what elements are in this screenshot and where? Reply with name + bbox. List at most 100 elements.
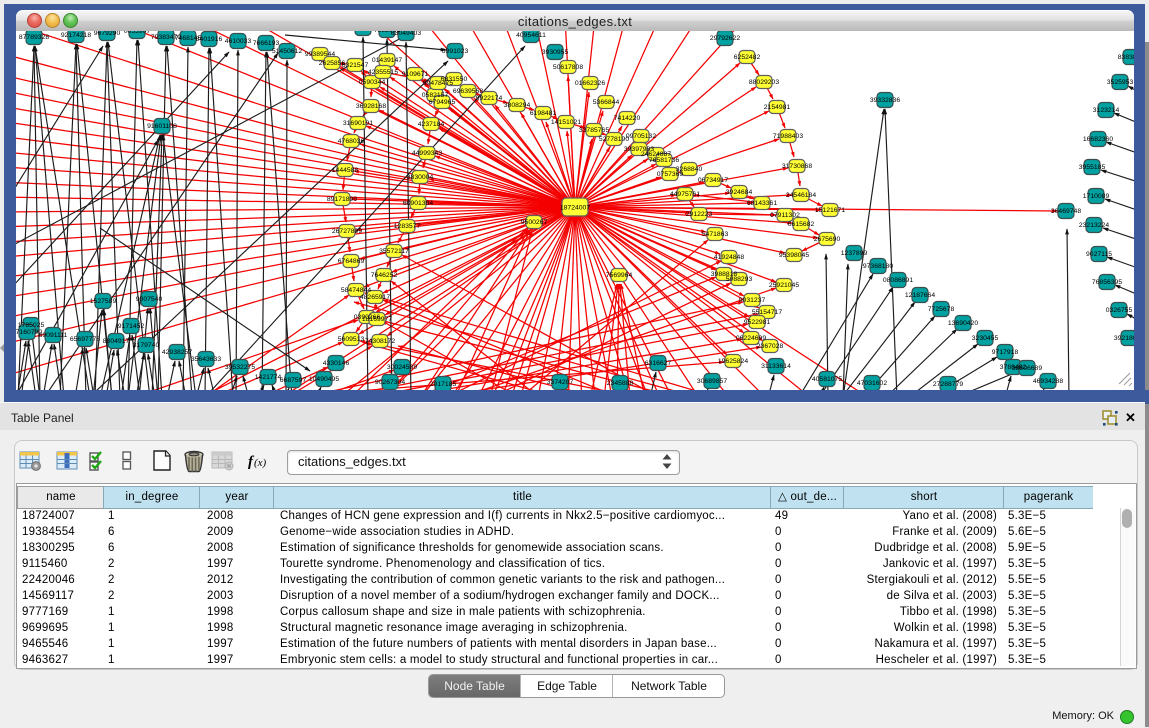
svg-text:31690191: 31690191 — [343, 120, 373, 127]
svg-text:58474844: 58474844 — [341, 287, 371, 294]
svg-text:99389544: 99389544 — [305, 51, 335, 58]
svg-text:29792622: 29792622 — [710, 35, 740, 42]
svg-text:6687597: 6687597 — [280, 377, 307, 384]
svg-text:3230455: 3230455 — [972, 335, 999, 342]
svg-text:91601108: 91601108 — [147, 123, 177, 130]
svg-text:0326755: 0326755 — [1106, 307, 1133, 314]
svg-text:35643633: 35643633 — [191, 356, 221, 363]
svg-text:33785765: 33785765 — [579, 127, 609, 134]
svg-text:9717918: 9717918 — [992, 349, 1019, 356]
svg-text:16682360: 16682360 — [1083, 136, 1113, 143]
svg-text:8401916: 8401916 — [196, 36, 223, 43]
svg-text:01662326: 01662326 — [575, 80, 605, 87]
svg-text:74308172: 74308172 — [365, 338, 395, 345]
svg-text:07911302: 07911302 — [770, 212, 800, 219]
svg-text:2912223: 2912223 — [686, 211, 713, 218]
svg-text:3930955: 3930955 — [542, 49, 569, 56]
svg-text:3123214: 3123214 — [1093, 107, 1120, 114]
svg-text:9500267: 9500267 — [521, 219, 548, 226]
svg-text:6764869: 6764869 — [338, 258, 365, 265]
svg-text:69639568: 69639568 — [453, 88, 483, 95]
svg-text:12187664: 12187664 — [905, 292, 935, 299]
svg-text:4330146: 4330146 — [323, 360, 350, 367]
svg-text:6615682: 6615682 — [788, 221, 815, 228]
svg-text:46934288: 46934288 — [1033, 378, 1063, 385]
svg-text:1237899: 1237899 — [841, 250, 868, 257]
svg-text:8804917: 8804917 — [103, 338, 130, 345]
svg-text:35572117: 35572117 — [379, 248, 409, 255]
svg-text:40581075: 40581075 — [812, 376, 842, 383]
svg-text:9679290: 9679290 — [94, 31, 121, 37]
svg-text:39532275: 39532275 — [225, 364, 255, 371]
svg-text:44975761: 44975761 — [670, 191, 700, 198]
svg-text:6991023: 6991023 — [442, 48, 469, 55]
svg-text:23213224: 23213224 — [1079, 222, 1109, 229]
svg-text:2345888: 2345888 — [607, 380, 634, 387]
svg-text:30689857: 30689857 — [697, 378, 727, 385]
svg-text:5366844: 5366844 — [593, 99, 620, 106]
svg-text:9171452: 9171452 — [118, 323, 145, 330]
svg-text:1527589: 1527589 — [90, 298, 117, 305]
svg-text:42938257: 42938257 — [162, 349, 192, 356]
svg-text:3374207: 3374207 — [547, 379, 574, 386]
svg-text:30024589: 30024589 — [387, 364, 417, 371]
svg-text:6321547: 6321547 — [342, 62, 369, 69]
svg-text:08086891: 08086891 — [883, 277, 913, 284]
svg-text:1007728: 1007728 — [350, 31, 377, 32]
svg-text:6316627: 6316627 — [645, 360, 672, 367]
svg-text:41924848: 41924848 — [714, 254, 744, 261]
svg-text:9007540: 9007540 — [136, 296, 163, 303]
svg-text:47031602: 47031602 — [857, 380, 887, 387]
svg-text:52778190: 52778190 — [599, 136, 629, 143]
svg-text:0590344: 0590344 — [359, 79, 386, 86]
svg-text:9031237: 9031237 — [739, 297, 766, 304]
svg-text:7414220: 7414220 — [614, 115, 641, 122]
svg-text:0033907: 0033907 — [124, 31, 151, 35]
svg-text:1710089: 1710089 — [1083, 193, 1110, 200]
svg-text:8383838: 8383838 — [1118, 54, 1134, 61]
svg-text:69091111: 69091111 — [39, 332, 68, 339]
svg-text:14151021: 14151021 — [551, 119, 581, 126]
svg-text:9522981: 9522981 — [744, 319, 771, 326]
svg-text:9922174: 9922174 — [476, 95, 503, 102]
svg-text:55154717: 55154717 — [752, 309, 782, 316]
svg-text:06734917: 06734917 — [698, 177, 728, 184]
svg-text:38606689: 38606689 — [1012, 365, 1042, 372]
svg-text:1421774: 1421774 — [255, 374, 282, 381]
svg-text:88029203: 88029203 — [749, 79, 779, 86]
svg-text:3525953: 3525953 — [1107, 79, 1134, 86]
svg-text:27288779: 27288779 — [933, 381, 963, 388]
svg-text:19625824: 19625824 — [718, 358, 748, 365]
svg-text:7646252: 7646252 — [371, 272, 398, 279]
svg-text:7569964: 7569964 — [606, 272, 633, 279]
svg-text:87789328: 87789328 — [19, 34, 49, 41]
svg-text:44999343: 44999343 — [412, 150, 442, 157]
svg-text:36469748: 36469748 — [1051, 208, 1081, 215]
svg-text:4768036: 4768036 — [338, 138, 365, 145]
svg-text:10490495: 10490495 — [309, 376, 339, 383]
svg-text:51450612: 51450612 — [272, 48, 302, 55]
svg-text:6198481: 6198481 — [530, 110, 557, 117]
svg-text:6831550: 6831550 — [441, 76, 468, 83]
svg-text:25921045: 25921045 — [769, 282, 799, 289]
svg-text:2017185: 2017185 — [430, 381, 457, 388]
svg-text:9027115: 9027115 — [1086, 251, 1112, 258]
svg-text:18169977: 18169977 — [362, 316, 392, 323]
svg-text:7725678: 7725678 — [928, 306, 955, 313]
svg-text:3924684: 3924684 — [726, 189, 753, 196]
svg-text:3808294: 3808294 — [504, 102, 531, 109]
svg-text:3988818: 3988818 — [711, 271, 738, 278]
svg-text:5609513: 5609513 — [338, 336, 365, 343]
svg-text:50617808: 50617808 — [553, 64, 583, 71]
svg-text:(x): (x) — [254, 457, 267, 469]
svg-text:09705132: 09705132 — [626, 133, 656, 140]
svg-text:18724007: 18724007 — [560, 205, 590, 212]
svg-text:26727899: 26727899 — [332, 228, 362, 235]
svg-text:42355515: 42355515 — [368, 69, 398, 76]
svg-text:92174218: 92174218 — [61, 32, 91, 39]
svg-text:3955185: 3955185 — [1079, 164, 1106, 171]
svg-text:31133614: 31133614 — [761, 363, 791, 370]
svg-text:4237184: 4237184 — [418, 121, 445, 128]
svg-text:6252482: 6252482 — [734, 54, 761, 61]
svg-text:9109671: 9109671 — [402, 71, 429, 78]
